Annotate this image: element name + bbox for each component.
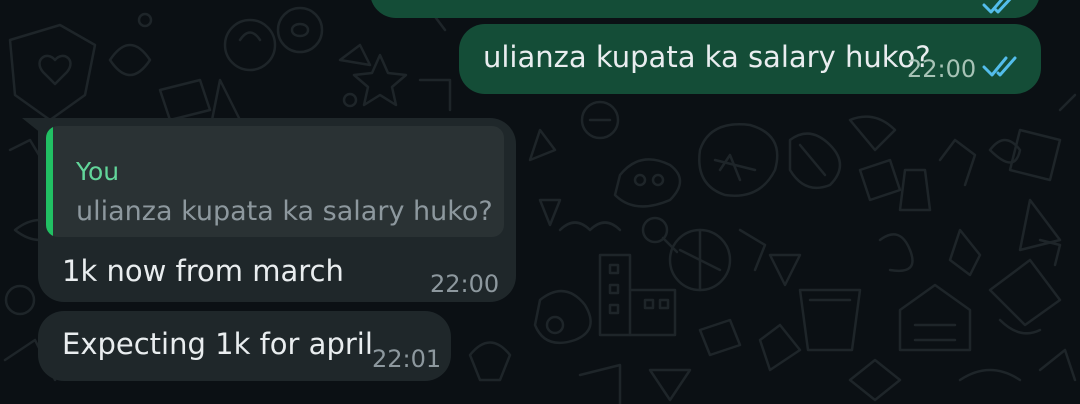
double-check-icon: [982, 0, 1012, 14]
quote-accent-bar: [46, 126, 53, 237]
message-text: 1k now from march: [62, 254, 344, 288]
message-time: 22:01: [372, 345, 442, 373]
message-time: 22:00: [907, 55, 977, 83]
chat-conversation: ulianza kupata ka salary huko? 22:00 You…: [0, 0, 1080, 404]
message-bubble-outgoing[interactable]: [370, 0, 1040, 18]
message-text: ulianza kupata ka salary huko?: [483, 40, 931, 74]
message-bubble-incoming[interactable]: Expecting 1k for april 22:01: [38, 311, 451, 381]
message-text: Expecting 1k for april: [62, 327, 373, 361]
message-bubble-incoming[interactable]: You ulianza kupata ka salary huko? 1k no…: [38, 118, 516, 302]
message-time: 22:00: [430, 270, 500, 298]
quote-author: You: [76, 157, 120, 186]
double-check-icon: [982, 56, 1017, 77]
quoted-message[interactable]: You ulianza kupata ka salary huko?: [46, 126, 504, 237]
quote-text: ulianza kupata ka salary huko?: [76, 196, 493, 227]
message-bubble-outgoing[interactable]: ulianza kupata ka salary huko? 22:00: [459, 24, 1041, 94]
